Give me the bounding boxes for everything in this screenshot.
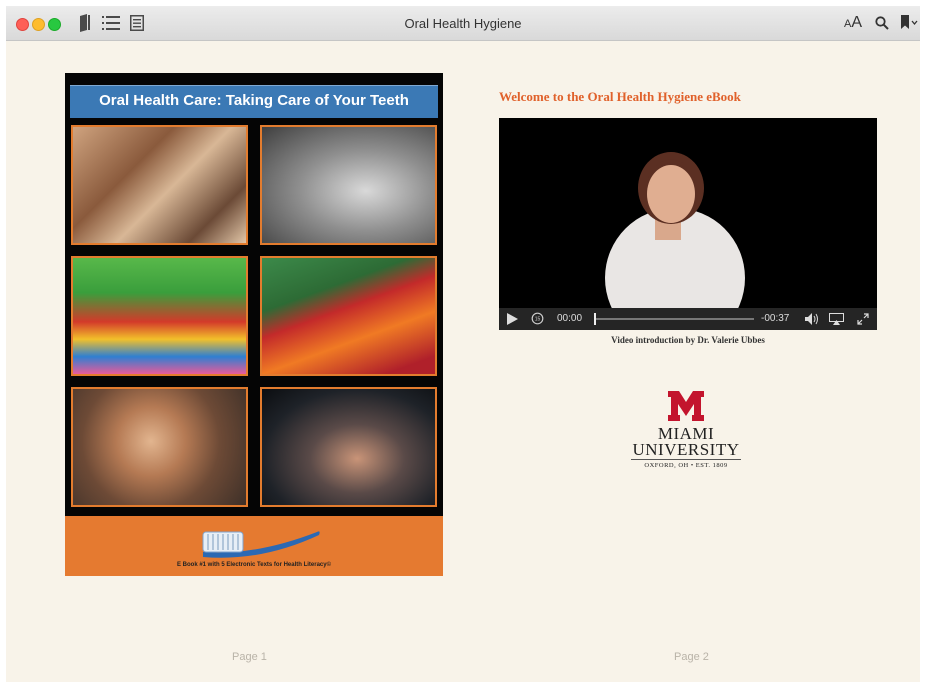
skip-back-icon[interactable]: 15: [531, 312, 544, 325]
fullscreen-icon[interactable]: [857, 313, 869, 325]
video-caption: Video introduction by Dr. Valerie Ubbes: [611, 335, 765, 345]
cover-subtitle: E Book #1 with 5 Electronic Texts for He…: [176, 562, 332, 568]
remaining-time: -00:37: [761, 313, 790, 324]
airplay-icon[interactable]: [829, 313, 844, 325]
video-frame-presenter: [605, 152, 745, 308]
title-bar: Oral Health Hygiene AA: [6, 6, 920, 41]
logo-line-3: OXFORD, OH • EST. 1809: [644, 462, 728, 469]
volume-icon[interactable]: [805, 313, 819, 325]
video-scrubber[interactable]: [594, 313, 754, 325]
photo-children-group: [71, 125, 248, 245]
scrubber-handle[interactable]: [594, 313, 596, 325]
photo-smile: [260, 125, 437, 245]
page-number-left: Page 1: [232, 651, 267, 663]
current-time: 00:00: [557, 313, 583, 324]
ebook-window: Oral Health Hygiene AA Oral Health Care:…: [6, 6, 920, 682]
toothbrush-icon: [202, 531, 320, 558]
video-controls: 15 00:00 -00:37: [499, 308, 877, 330]
bookmark-icon[interactable]: [900, 15, 918, 30]
miami-m-logo: [668, 391, 704, 421]
cover-title-banner: Oral Health Care: Taking Care of Your Te…: [70, 85, 438, 118]
photo-ball-pit: [71, 256, 248, 376]
book-cover: Oral Health Care: Taking Care of Your Te…: [65, 73, 443, 576]
photo-carrot-bite: [260, 256, 437, 376]
play-icon[interactable]: [507, 313, 518, 325]
welcome-heading: Welcome to the Oral Health Hygiene eBook: [499, 89, 741, 104]
font-size-icon[interactable]: AA: [844, 14, 862, 32]
logo-line-2: UNIVERSITY: [632, 440, 740, 459]
logo-divider: [631, 459, 741, 460]
page-number-right: Page 2: [674, 651, 709, 663]
video-player[interactable]: 15 00:00 -00:37: [499, 118, 877, 330]
search-icon[interactable]: [875, 16, 889, 30]
cover-footer: E Book #1 with 5 Electronic Texts for He…: [65, 516, 443, 576]
cover-title: Oral Health Care: Taking Care of Your Te…: [99, 92, 409, 109]
photo-boy-smiling: [71, 387, 248, 507]
photo-dental-exam: [260, 387, 437, 507]
window-title: Oral Health Hygiene: [404, 16, 522, 31]
svg-text:15: 15: [535, 317, 541, 323]
